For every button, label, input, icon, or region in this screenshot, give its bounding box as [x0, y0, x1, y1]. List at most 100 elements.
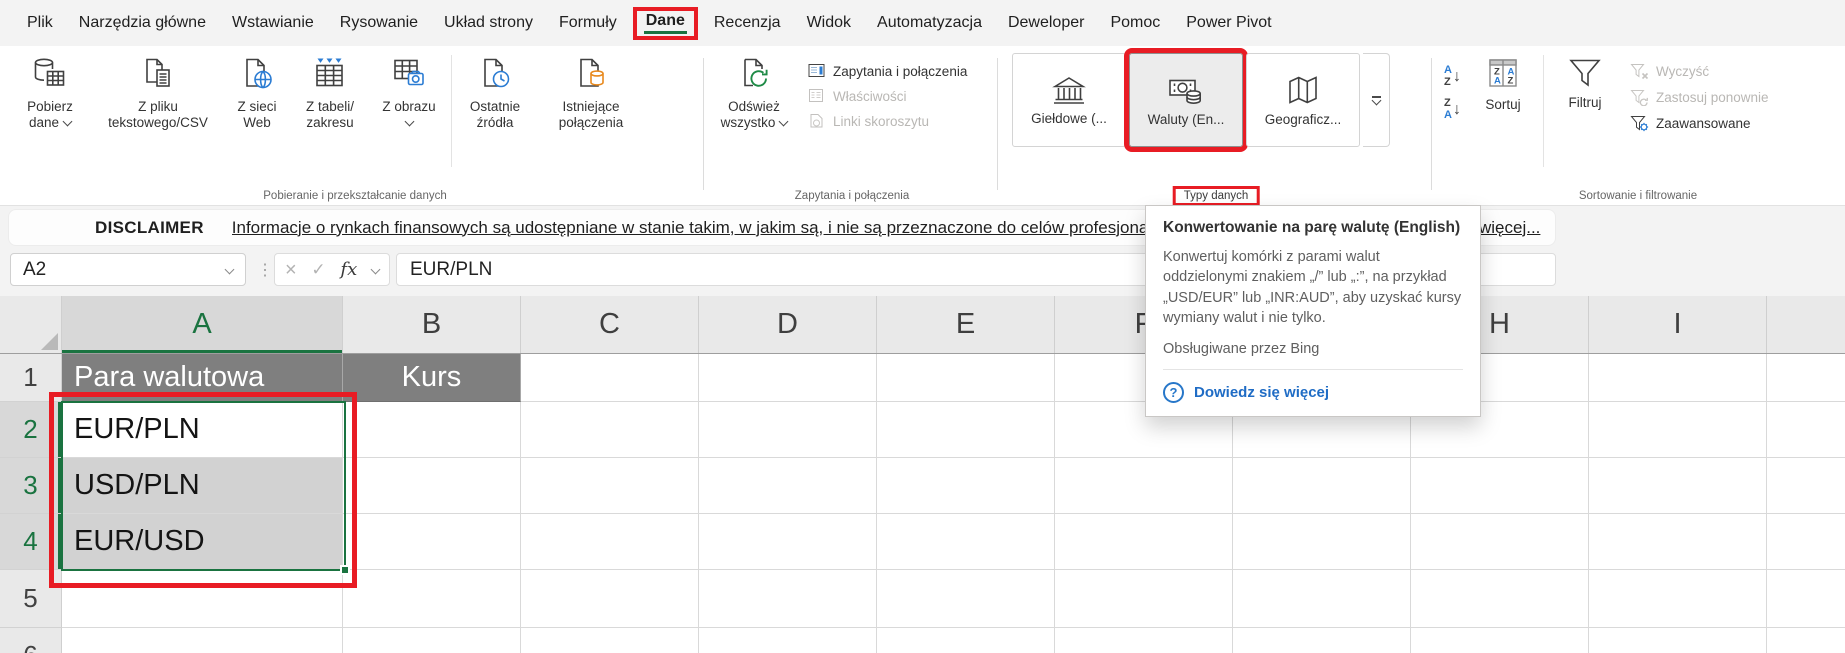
sort-button[interactable]: ZAAZ Sortuj: [1471, 51, 1535, 173]
cell-A6[interactable]: [62, 628, 343, 653]
cell-A1[interactable]: Para walutowa: [62, 354, 343, 402]
cell-I4[interactable]: [1589, 514, 1767, 570]
cell-B6[interactable]: [343, 628, 521, 653]
column-header-d[interactable]: D: [699, 296, 877, 353]
select-all-corner[interactable]: [0, 296, 62, 353]
menu-tab-formuły[interactable]: Formuły: [546, 9, 630, 37]
cell-D5[interactable]: [699, 570, 877, 628]
cell-I2[interactable]: [1589, 402, 1767, 458]
cell-E2[interactable]: [877, 402, 1055, 458]
currencies-data-type[interactable]: Waluty (En...: [1129, 53, 1243, 147]
column-header-e[interactable]: E: [877, 296, 1055, 353]
disclaimer-link[interactable]: Informacje o rynkach finansowych są udos…: [232, 218, 1188, 238]
row-header-6[interactable]: 6: [0, 628, 62, 653]
cell-C4[interactable]: [521, 514, 699, 570]
cell-I5[interactable]: [1589, 570, 1767, 628]
cell-A3[interactable]: USD/PLN: [62, 458, 343, 514]
cell-F3[interactable]: [1055, 458, 1233, 514]
filter-button[interactable]: Filtruj: [1552, 51, 1618, 173]
cell-H4[interactable]: [1411, 514, 1589, 570]
cell-H5[interactable]: [1411, 570, 1589, 628]
learn-more-link[interactable]: ? Dowiedz się więcej: [1163, 382, 1463, 403]
cell-G4[interactable]: [1233, 514, 1411, 570]
cell-E6[interactable]: [877, 628, 1055, 653]
menu-tab-układ-strony[interactable]: Układ strony: [431, 9, 546, 37]
row-header-3[interactable]: 3: [0, 458, 62, 514]
disclaimer-more-link[interactable]: więcej...: [1479, 218, 1540, 238]
name-box[interactable]: A2: [10, 253, 246, 286]
recent-sources-button[interactable]: Ostatnieźródła: [455, 51, 535, 173]
menu-tab-narzędzia-główne[interactable]: Narzędzia główne: [66, 9, 219, 37]
cell-A2[interactable]: EUR/PLN: [62, 402, 343, 458]
menu-tab-power-pivot[interactable]: Power Pivot: [1173, 9, 1284, 37]
cell-C1[interactable]: [521, 354, 699, 402]
cell-C2[interactable]: [521, 402, 699, 458]
gallery-more-button[interactable]: [1363, 53, 1390, 147]
cell-B5[interactable]: [343, 570, 521, 628]
refresh-all-button[interactable]: Odświeżwszystko: [708, 51, 800, 173]
queries-connections-button[interactable]: Zapytania i połączenia: [808, 63, 967, 79]
get-data-button[interactable]: Pobierzdane: [8, 51, 92, 173]
enter-icon[interactable]: ✓: [311, 260, 325, 280]
cell-A4[interactable]: EUR/USD: [62, 514, 343, 570]
column-header-c[interactable]: C: [521, 296, 699, 353]
from-web-button[interactable]: Z sieciWeb: [224, 51, 290, 173]
cell-F4[interactable]: [1055, 514, 1233, 570]
menu-tab-plik[interactable]: Plik: [14, 9, 66, 37]
drag-handle-icon[interactable]: ⋮: [257, 260, 273, 280]
from-table-range-button[interactable]: Z tabeli/zakresu: [290, 51, 370, 173]
stocks-data-type[interactable]: Giełdowe (...: [1012, 53, 1126, 147]
menu-tab-rysowanie[interactable]: Rysowanie: [327, 9, 431, 37]
cell-B1[interactable]: Kurs: [343, 354, 521, 402]
cell-D4[interactable]: [699, 514, 877, 570]
cell-E5[interactable]: [877, 570, 1055, 628]
chevron-down-icon[interactable]: [371, 265, 381, 275]
cell-I3[interactable]: [1589, 458, 1767, 514]
cell-F5[interactable]: [1055, 570, 1233, 628]
column-header-a[interactable]: A: [62, 296, 343, 353]
cell-D1[interactable]: [699, 354, 877, 402]
menu-tab-recenzja[interactable]: Recenzja: [701, 9, 794, 37]
cell-B3[interactable]: [343, 458, 521, 514]
cell-C5[interactable]: [521, 570, 699, 628]
menu-tab-pomoc[interactable]: Pomoc: [1097, 9, 1173, 37]
sort-ascending-button[interactable]: AZ↓: [1444, 65, 1461, 88]
cell-D6[interactable]: [699, 628, 877, 653]
from-picture-button[interactable]: Z obrazu: [370, 51, 448, 173]
menu-tab-deweloper[interactable]: Deweloper: [995, 9, 1097, 37]
column-header-b[interactable]: B: [343, 296, 521, 353]
cancel-icon[interactable]: ×: [285, 260, 297, 280]
advanced-filter-button[interactable]: Zaawansowane: [1630, 115, 1769, 132]
cell-H6[interactable]: [1411, 628, 1589, 653]
menu-tab-wstawianie[interactable]: Wstawianie: [219, 9, 327, 37]
cell-I6[interactable]: [1589, 628, 1767, 653]
row-header-5[interactable]: 5: [0, 570, 62, 628]
column-header-i[interactable]: I: [1589, 296, 1767, 353]
row-header-2[interactable]: 2: [0, 402, 62, 458]
cell-F6[interactable]: [1055, 628, 1233, 653]
sort-descending-button[interactable]: ZA↓: [1444, 98, 1461, 121]
cell-E3[interactable]: [877, 458, 1055, 514]
chevron-down-icon[interactable]: [225, 265, 235, 275]
cell-A5[interactable]: [62, 570, 343, 628]
cell-C6[interactable]: [521, 628, 699, 653]
cell-G6[interactable]: [1233, 628, 1411, 653]
menu-tab-widok[interactable]: Widok: [794, 9, 864, 37]
menu-tab-automatyzacja[interactable]: Automatyzacja: [864, 9, 995, 37]
from-text-csv-button[interactable]: Z plikutekstowego/CSV: [92, 51, 224, 173]
menu-tab-dane[interactable]: Dane: [646, 12, 685, 29]
existing-connections-button[interactable]: Istniejącepołączenia: [535, 51, 647, 173]
cell-H3[interactable]: [1411, 458, 1589, 514]
cell-B4[interactable]: [343, 514, 521, 570]
cell-C3[interactable]: [521, 458, 699, 514]
geography-data-type[interactable]: Geograficz...: [1246, 53, 1360, 147]
cell-I1[interactable]: [1589, 354, 1767, 402]
cell-G3[interactable]: [1233, 458, 1411, 514]
cell-D3[interactable]: [699, 458, 877, 514]
row-header-1[interactable]: 1: [0, 354, 62, 402]
row-header-4[interactable]: 4: [0, 514, 62, 570]
cell-B2[interactable]: [343, 402, 521, 458]
insert-function-icon[interactable]: fx: [340, 259, 357, 280]
cell-D2[interactable]: [699, 402, 877, 458]
cell-G5[interactable]: [1233, 570, 1411, 628]
